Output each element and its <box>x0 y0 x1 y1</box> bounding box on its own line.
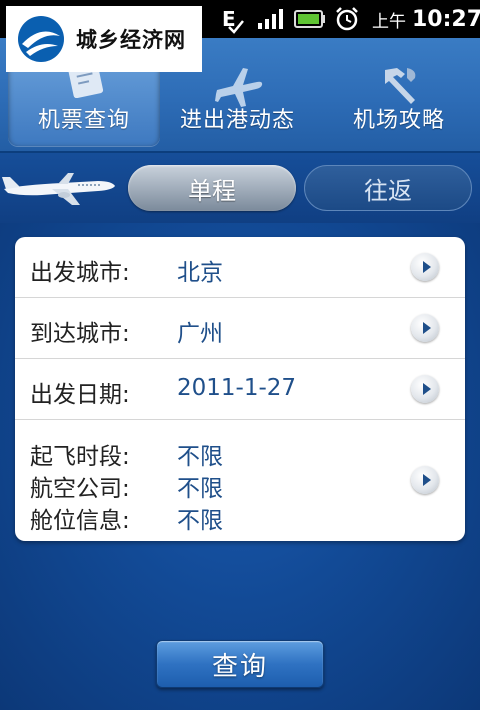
signal-strength-icon <box>258 0 284 38</box>
am-pm-label: 上午 <box>372 11 406 32</box>
airliner-illustration-icon <box>2 173 115 205</box>
departure-city-value: 北京 <box>177 260 223 286</box>
site-logo: 城乡经济网 <box>6 6 202 72</box>
sync-check-icon <box>228 14 244 40</box>
chevron-right-icon[interactable] <box>411 466 439 494</box>
chevron-right-icon[interactable] <box>411 253 439 281</box>
departure-date-row[interactable]: 出发日期: 2011-1-27 <box>15 359 465 420</box>
clock-time: 10:27 <box>412 6 480 32</box>
airplane-icon <box>215 68 263 107</box>
tools-icon <box>385 68 416 104</box>
departure-date-label: 出发日期: <box>30 382 130 408</box>
arrival-city-label: 到达城市: <box>30 321 130 347</box>
search-button[interactable]: 查询 <box>156 640 324 688</box>
cabin-class-value: 不限 <box>177 508 223 534</box>
arrival-city-value: 广州 <box>177 321 223 347</box>
logo-emblem-icon <box>18 16 64 62</box>
tab-airport-guide[interactable]: 机场攻略 <box>325 46 473 146</box>
search-form-card: 出发城市: 北京 到达城市: 广州 出发日期: 2011-1-27 起飞时段: … <box>15 237 465 541</box>
cabin-class-label: 舱位信息: <box>30 508 130 534</box>
filter-options-row[interactable]: 起飞时段: 不限 航空公司: 不限 舱位信息: 不限 <box>15 420 465 541</box>
cabin-class-line: 舱位信息: 不限 <box>15 501 465 534</box>
tab-label: 机票查询 <box>37 108 130 133</box>
chevron-right-icon[interactable] <box>411 375 439 403</box>
departure-date-value: 2011-1-27 <box>177 375 297 401</box>
time-slot-line: 起飞时段: 不限 <box>15 437 465 470</box>
chevron-right-icon[interactable] <box>411 314 439 342</box>
departure-city-label: 出发城市: <box>30 260 130 286</box>
airline-label: 航空公司: <box>30 476 130 502</box>
departure-city-row[interactable]: 出发城市: 北京 <box>15 237 465 298</box>
logo-text: 城乡经济网 <box>76 28 186 52</box>
round-trip-toggle[interactable]: 往返 <box>304 165 472 211</box>
alarm-clock-icon <box>334 0 360 38</box>
main-content: 出发城市: 北京 到达城市: 广州 出发日期: 2011-1-27 起飞时段: … <box>0 223 480 710</box>
airline-value: 不限 <box>177 476 223 502</box>
time-slot-value: 不限 <box>177 444 223 470</box>
airline-line: 航空公司: 不限 <box>15 469 465 502</box>
arrival-city-row[interactable]: 到达城市: 广州 <box>15 298 465 359</box>
trip-type-bar: 单程 往返 <box>0 153 480 223</box>
time-slot-label: 起飞时段: <box>30 444 130 470</box>
battery-icon <box>294 0 326 38</box>
one-way-toggle[interactable]: 单程 <box>128 165 296 211</box>
